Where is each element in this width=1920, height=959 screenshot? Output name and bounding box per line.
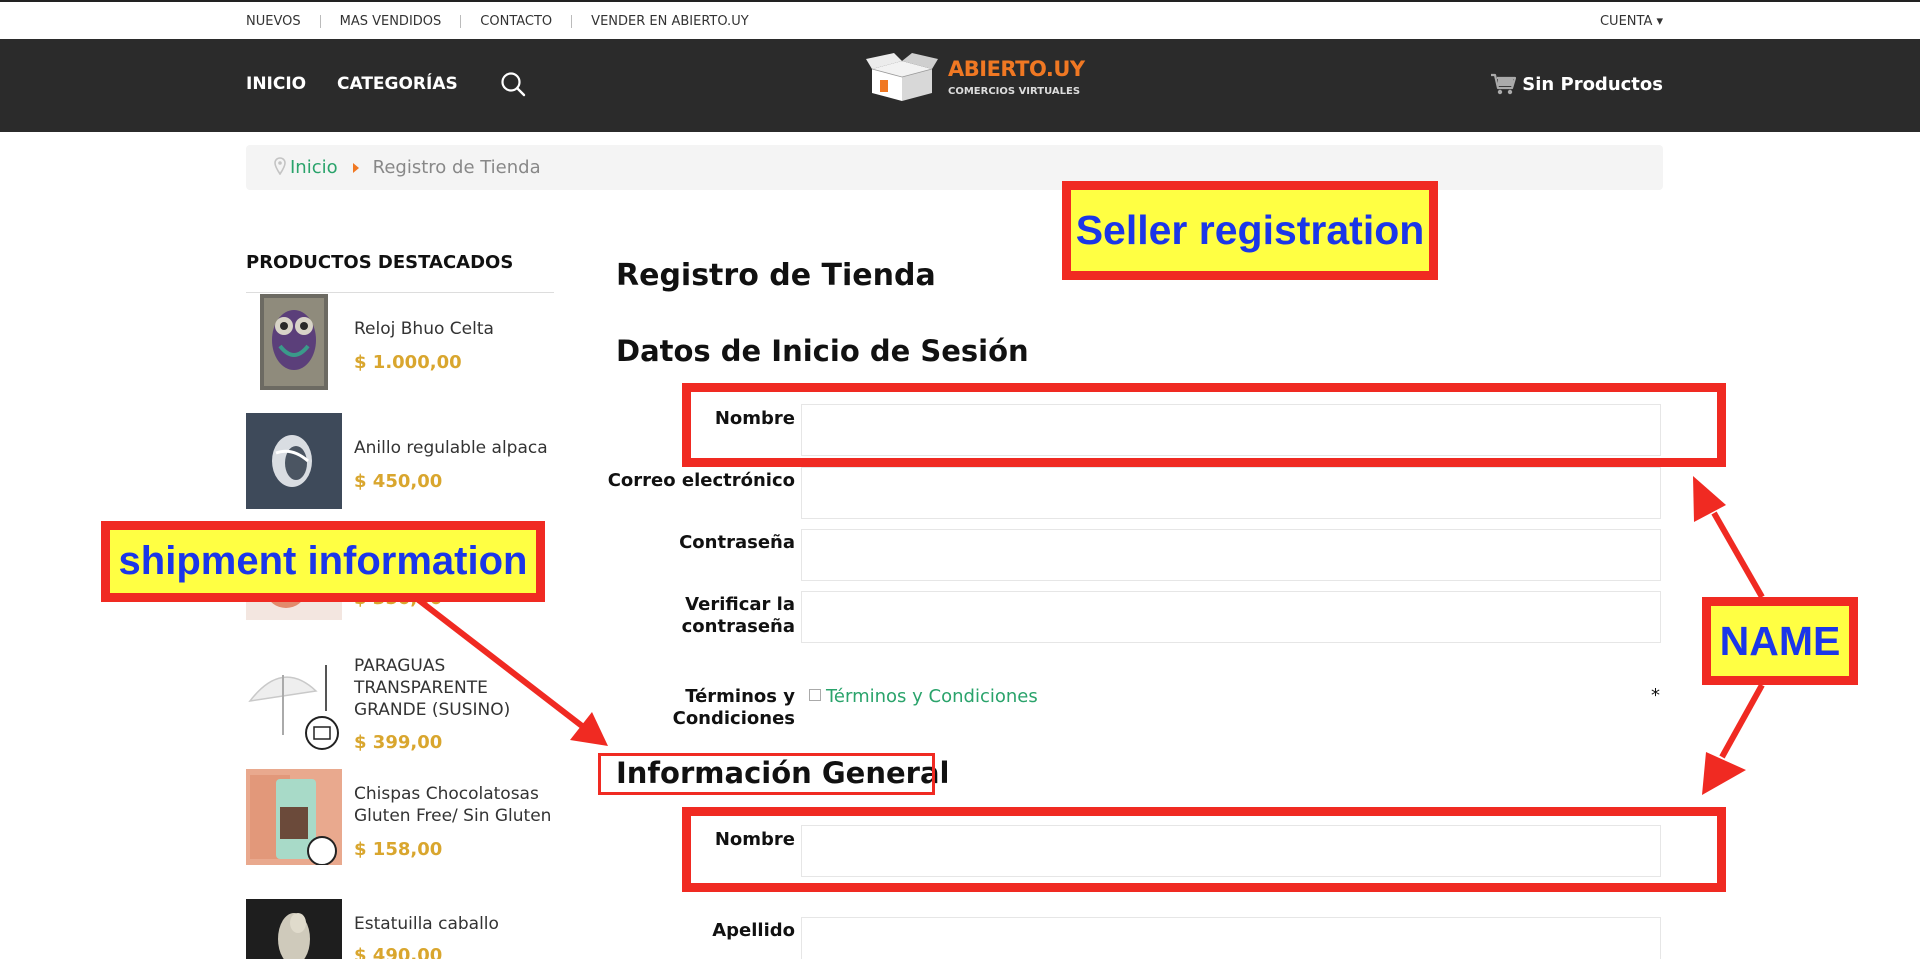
product-image-chocolate-chips bbox=[246, 769, 342, 865]
location-pin-icon bbox=[274, 157, 286, 175]
product-image-owl-clock bbox=[260, 294, 328, 390]
top-link-vender[interactable]: VENDER EN ABIERTO.UY bbox=[591, 14, 748, 29]
terms-label-line-1: Términos y bbox=[685, 686, 795, 707]
logo-tagline: COMERCIOS VIRTUALES bbox=[948, 86, 1081, 97]
annotation-highlight-login-name bbox=[682, 383, 1726, 467]
nav-home[interactable]: INICIO bbox=[246, 74, 306, 94]
lastname-field[interactable] bbox=[801, 917, 1661, 959]
verify-password-label-line-1: Verificar la bbox=[685, 594, 795, 615]
verify-password-label: Verificar la contraseña bbox=[682, 594, 795, 638]
annotation-label-seller: Seller registration bbox=[1062, 181, 1438, 280]
logo-name: ABIERTO.UY bbox=[948, 57, 1085, 81]
arrow-head bbox=[1693, 476, 1726, 522]
product-name[interactable]: Anillo regulable alpaca bbox=[354, 437, 554, 459]
arrow-head bbox=[1702, 752, 1746, 795]
product-name[interactable]: Reloj Bhuo Celta bbox=[354, 318, 554, 340]
product-price: $ 490,00 bbox=[354, 945, 443, 959]
top-link-mas-vendidos[interactable]: MAS VENDIDOS bbox=[340, 14, 442, 29]
nav-categories[interactable]: CATEGORÍAS bbox=[337, 74, 458, 94]
account-dropdown[interactable]: CUENTA ▾ bbox=[1600, 14, 1663, 29]
breadcrumb-home-link[interactable]: Inicio bbox=[290, 157, 338, 178]
product-price: $ 399,00 bbox=[354, 732, 443, 753]
product-image-horse-statue bbox=[246, 899, 342, 959]
email-field[interactable] bbox=[801, 467, 1661, 519]
product-price: $ 158,00 bbox=[354, 839, 443, 860]
cart-icon bbox=[1491, 73, 1517, 95]
annotation-highlight-general-name bbox=[682, 807, 1726, 892]
breadcrumb-arrow-icon bbox=[352, 162, 359, 173]
terms-checkbox[interactable] bbox=[809, 689, 821, 701]
divider bbox=[246, 292, 554, 293]
top-link-nuevos[interactable]: NUEVOS bbox=[246, 14, 301, 29]
top-utility-bar: NUEVOS MAS VENDIDOS CONTACTO VENDER EN A… bbox=[0, 0, 1920, 39]
box-logo-icon bbox=[866, 53, 938, 101]
terms-link[interactable]: Términos y Condiciones bbox=[826, 686, 1038, 707]
product-image-umbrella bbox=[246, 655, 342, 751]
page-title: Registro de Tienda bbox=[616, 258, 936, 293]
terms-label-line-2: Condiciones bbox=[672, 708, 795, 729]
product-price: $ 1.000,00 bbox=[354, 352, 462, 373]
divider bbox=[571, 15, 573, 28]
product-name[interactable]: Chispas Chocolatosas Gluten Free/ Sin Gl… bbox=[354, 783, 554, 827]
section-title-login: Datos de Inicio de Sesión bbox=[616, 334, 1029, 368]
annotation-label-shipment: shipment information bbox=[101, 521, 545, 602]
sidebar-title: PRODUCTOS DESTACADOS bbox=[246, 252, 514, 273]
page: NUEVOS MAS VENDIDOS CONTACTO VENDER EN A… bbox=[0, 0, 1920, 959]
arrow-line bbox=[1711, 511, 1765, 599]
product-price: $ 450,00 bbox=[354, 471, 443, 492]
email-label: Correo electrónico bbox=[607, 470, 795, 491]
cart-button[interactable]: Sin Productos bbox=[1490, 73, 1663, 95]
password-field[interactable] bbox=[801, 529, 1661, 581]
top-links: NUEVOS MAS VENDIDOS CONTACTO VENDER EN A… bbox=[246, 14, 749, 29]
site-logo[interactable]: ABIERTO.UY COMERCIOS VIRTUALES bbox=[866, 53, 1085, 103]
lastname-label: Apellido bbox=[712, 920, 795, 941]
breadcrumb-current: Registro de Tienda bbox=[372, 157, 541, 178]
product-name[interactable]: PARAGUAS TRANSPARENTE GRANDE (SUSINO) bbox=[354, 655, 554, 721]
divider bbox=[460, 15, 462, 28]
top-link-contacto[interactable]: CONTACTO bbox=[480, 14, 552, 29]
main-nav: INICIO CATEGORÍAS ABIERTO.UY COMERCIOS V… bbox=[0, 39, 1920, 132]
password-label: Contraseña bbox=[679, 532, 795, 553]
annotation-label-name: NAME bbox=[1702, 597, 1858, 685]
verify-password-label-line-2: contraseña bbox=[681, 616, 795, 637]
cart-label: Sin Productos bbox=[1522, 73, 1663, 95]
terms-label: Términos y Condiciones bbox=[673, 686, 795, 730]
product-image-ring bbox=[246, 413, 342, 509]
verify-password-field[interactable] bbox=[801, 591, 1661, 643]
required-marker: * bbox=[1651, 685, 1660, 706]
breadcrumb: Inicio Registro de Tienda bbox=[246, 145, 1663, 190]
search-icon[interactable] bbox=[500, 71, 526, 97]
divider bbox=[319, 15, 321, 28]
arrow-line bbox=[1719, 683, 1765, 759]
product-name[interactable]: Estatuilla caballo bbox=[354, 913, 554, 935]
arrow-head bbox=[570, 712, 608, 746]
annotation-highlight-general-section bbox=[598, 753, 935, 795]
